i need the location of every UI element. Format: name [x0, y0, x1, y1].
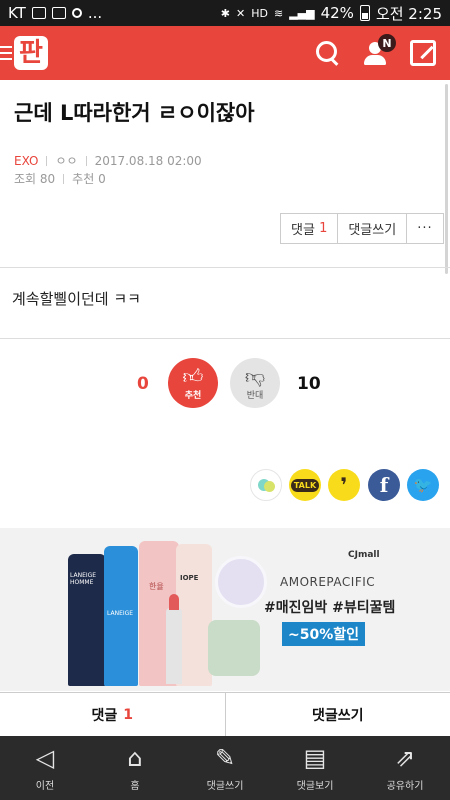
- nav-write-comment[interactable]: ✎ 댓글쓰기: [180, 736, 270, 800]
- bottom-nav: ◁ 이전 ⌂ 홈 ✎ 댓글쓰기 ▤ 댓글보기 ⇗ 공유하기: [0, 736, 450, 800]
- write-comment-icon: ✎: [214, 743, 236, 772]
- nav-label: 댓글쓰기: [206, 780, 244, 792]
- carrier-label: KT: [8, 4, 26, 22]
- post-date: 2017.08.18 02:00: [94, 153, 202, 168]
- comments-button-label: 댓글: [291, 223, 315, 238]
- kakaotalk-label: TALK: [290, 478, 320, 492]
- post-author-extra: ㅇㅇ: [55, 154, 78, 168]
- ad-discount: ~50%할인: [282, 622, 366, 646]
- view-comments-tab[interactable]: 댓글 1: [0, 693, 225, 736]
- write-comment-tab[interactable]: 댓글쓰기: [224, 693, 450, 736]
- divider: [0, 267, 450, 268]
- kakaostory-share-icon[interactable]: ❜: [328, 469, 360, 501]
- signal-icon: ▂▄▆: [289, 6, 315, 20]
- nav-view-comments[interactable]: ▤ 댓글보기: [270, 736, 360, 800]
- meta-divider: [63, 173, 65, 184]
- downvote-label: 반대: [246, 391, 264, 401]
- gallery-notification-icon: [31, 7, 46, 19]
- post-action-group: 댓글 1 댓글쓰기 ···: [280, 213, 444, 244]
- thumbs-up-icon: 👍︎: [182, 364, 204, 388]
- news-notification-icon: [51, 7, 66, 19]
- post-body: 계속할삘이던데 ㅋㅋ: [12, 290, 141, 308]
- upvote-button[interactable]: 👍︎ 추천: [168, 358, 218, 408]
- scrollbar[interactable]: [445, 84, 448, 274]
- more-notifications: ...: [87, 4, 103, 22]
- downvote-button[interactable]: 👎︎ 반대: [230, 358, 280, 408]
- status-left: KT ...: [8, 4, 102, 22]
- write-post-icon[interactable]: [410, 40, 436, 66]
- logo-text: 판: [14, 36, 48, 70]
- meta-divider: [85, 155, 87, 166]
- upvote-label: 추천: [184, 391, 202, 401]
- menu-icon[interactable]: [0, 46, 12, 60]
- view-count: 조회 80: [14, 172, 56, 186]
- nav-share[interactable]: ⇗ 공유하기: [360, 736, 450, 800]
- comments-tab-label: 댓글: [91, 707, 118, 724]
- ad-banner[interactable]: LANEIGE HOMME LANEIGE 한율 IOPE CJmall AMO…: [0, 528, 450, 691]
- facebook-share-icon[interactable]: f: [368, 469, 400, 501]
- share-icon: ⇗: [394, 743, 416, 772]
- nav-label: 댓글보기: [296, 780, 334, 792]
- downvote-count: 10: [297, 374, 321, 394]
- status-bar: KT ... ✱ ✕ HD ≋ ▂▄▆ 42% 오전 2:25: [0, 0, 450, 26]
- wifi-icon: ≋: [273, 6, 284, 20]
- product-cushion: [215, 556, 267, 608]
- nav-label: 공유하기: [386, 780, 424, 792]
- comments-tab-count: 1: [123, 706, 133, 723]
- hd-icon: HD: [251, 6, 268, 20]
- header-actions: N: [316, 34, 442, 66]
- notification-badge: N: [378, 34, 396, 52]
- ad-shop-name: CJmall: [348, 550, 380, 560]
- more-options-button[interactable]: ···: [407, 214, 442, 243]
- post-stats: 조회 80 추천 0: [14, 170, 106, 187]
- pann-logo[interactable]: 판: [0, 26, 48, 80]
- ad-tagline: #매진임박 #뷰티꿀템: [264, 600, 396, 616]
- product-lipstick: [166, 594, 182, 684]
- post-meta: EXO ㅇㅇ 2017.08.18 02:00: [14, 152, 202, 169]
- comment-bar: 댓글 1 댓글쓰기: [0, 692, 450, 736]
- divider: [0, 338, 450, 339]
- thumbs-down-icon: 👎︎: [244, 364, 266, 388]
- circle-notification-icon: [71, 8, 82, 18]
- comments-button-count: 1: [319, 221, 328, 236]
- battery-percent: 42%: [320, 4, 354, 22]
- product-laneige-homme: LANEIGE HOMME: [68, 554, 106, 686]
- app-header: 판 N: [0, 26, 450, 80]
- recommend-count: 추천 0: [72, 172, 106, 186]
- battery-icon: [359, 5, 370, 21]
- post-title: 근데 L따라한거 ㄹㅇ이잖아: [14, 101, 255, 125]
- nav-label: 홈: [130, 780, 140, 792]
- comments-button[interactable]: 댓글 1: [281, 214, 339, 243]
- product-laneige-essence: LANEIGE: [104, 546, 138, 686]
- write-comment-button[interactable]: 댓글쓰기: [338, 214, 408, 243]
- band-share-icon[interactable]: [250, 469, 282, 501]
- home-icon: ⌂: [127, 743, 143, 772]
- view-comments-icon: ▤: [303, 743, 327, 772]
- twitter-share-icon[interactable]: 🐦: [407, 469, 439, 501]
- upvote-count: 0: [137, 374, 149, 394]
- status-right: ✱ ✕ HD ≋ ▂▄▆ 42% 오전 2:25: [221, 3, 442, 24]
- back-icon: ◁: [35, 743, 55, 772]
- ad-brand-name: AMOREPACIFIC: [280, 575, 376, 589]
- bluetooth-icon: ✱: [220, 6, 231, 20]
- post-author[interactable]: EXO: [14, 154, 38, 168]
- kakaotalk-share-icon[interactable]: TALK: [289, 469, 321, 501]
- nav-back[interactable]: ◁ 이전: [0, 736, 90, 800]
- nav-home[interactable]: ⌂ 홈: [90, 736, 180, 800]
- product-cream-jar: [208, 620, 260, 676]
- nav-label: 이전: [35, 780, 55, 792]
- user-icon[interactable]: N: [362, 34, 396, 66]
- meta-divider: [46, 155, 48, 166]
- clock: 오전 2:25: [375, 4, 442, 23]
- mute-icon: ✕: [236, 6, 246, 20]
- search-icon[interactable]: [316, 41, 340, 65]
